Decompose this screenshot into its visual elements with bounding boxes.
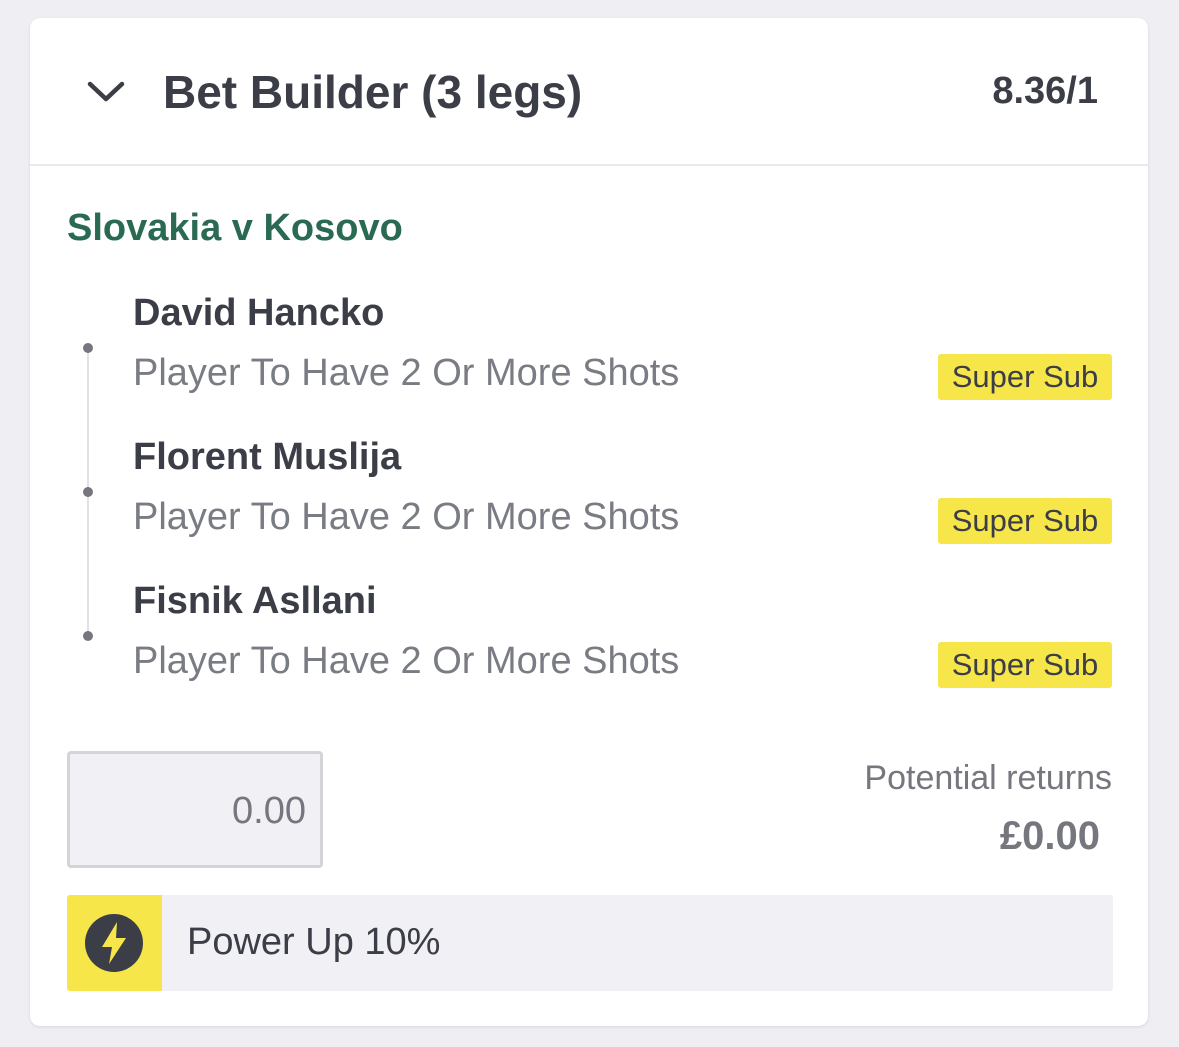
potential-returns-value: £0.00 <box>999 814 1100 858</box>
bet-builder-card: Bet Builder (3 legs) 8.36/1 Slovakia v K… <box>30 18 1148 1026</box>
bet-builder-title: Bet Builder (3 legs) <box>163 66 583 118</box>
leg-market: Player To Have 2 Or More Shots <box>133 352 680 394</box>
lightning-bolt-icon <box>85 914 143 972</box>
super-sub-badge: Super Sub <box>938 354 1112 400</box>
leg-item: David Hancko Player To Have 2 Or More Sh… <box>30 290 1148 410</box>
bet-builder-header[interactable]: Bet Builder (3 legs) 8.36/1 <box>30 18 1148 166</box>
leg-market: Player To Have 2 Or More Shots <box>133 496 680 538</box>
potential-returns-label: Potential returns <box>864 759 1112 797</box>
leg-player-name: Florent Muslija <box>133 436 402 478</box>
leg-item: Fisnik Asllani Player To Have 2 Or More … <box>30 578 1148 698</box>
chevron-down-icon[interactable] <box>86 76 126 106</box>
leg-dot <box>83 343 93 353</box>
leg-market: Player To Have 2 Or More Shots <box>133 640 680 682</box>
super-sub-badge: Super Sub <box>938 498 1112 544</box>
stake-input[interactable]: 0.00 <box>67 751 323 868</box>
stake-value: 0.00 <box>232 790 306 832</box>
power-up-button[interactable]: Power Up 10% <box>67 895 1113 991</box>
leg-dot <box>83 631 93 641</box>
power-up-label: Power Up 10% <box>187 921 441 963</box>
bet-odds: 8.36/1 <box>992 70 1098 112</box>
leg-item: Florent Muslija Player To Have 2 Or More… <box>30 434 1148 554</box>
super-sub-badge: Super Sub <box>938 642 1112 688</box>
leg-player-name: Fisnik Asllani <box>133 580 377 622</box>
power-up-icon-box <box>67 895 162 991</box>
leg-player-name: David Hancko <box>133 292 385 334</box>
match-name: Slovakia v Kosovo <box>67 207 403 249</box>
leg-dot <box>83 487 93 497</box>
